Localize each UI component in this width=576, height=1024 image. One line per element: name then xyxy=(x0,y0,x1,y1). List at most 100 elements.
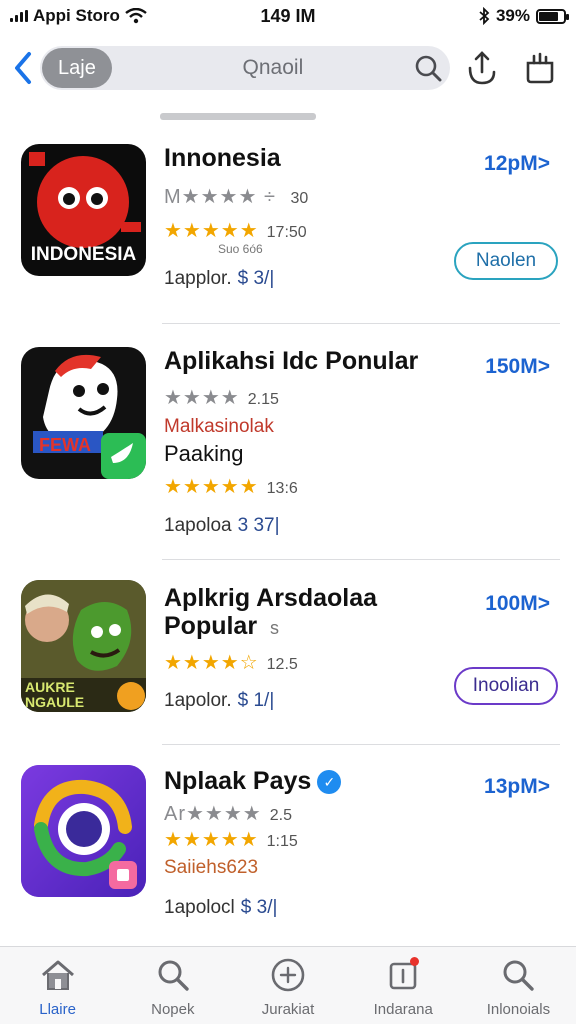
app-logo-icon xyxy=(21,765,146,897)
status-time: 149 IM xyxy=(260,5,316,26)
compass-icon xyxy=(270,957,306,993)
price-line: 1apolor. $ 1/| xyxy=(164,690,274,712)
status-right: 39% xyxy=(366,6,569,26)
app-icon-label: AUKRE NGAULE xyxy=(25,679,85,710)
app-size: 13pM> xyxy=(484,775,550,798)
rating-prefix: Ar xyxy=(164,803,186,825)
chevron-left-icon xyxy=(15,52,31,84)
app-size: 12pM> xyxy=(484,152,550,175)
price-line: 1apolocl $ 3/| xyxy=(164,897,277,919)
status-left: Appi Storo xyxy=(10,6,210,26)
tab-search[interactable]: Nopek xyxy=(115,947,230,1024)
app-icon[interactable]: AUKRE NGAULE xyxy=(21,580,146,712)
app-icon[interactable]: INDONESIA xyxy=(21,144,146,276)
gold-rating: ★★★★☆ 12.5 xyxy=(164,652,298,674)
signal-icon xyxy=(10,10,28,22)
list-item[interactable]: AUKRE NGAULE Aplkrig Arsdaolaa Popular s… xyxy=(0,560,576,745)
bag-button[interactable] xyxy=(514,46,566,90)
price-value: $ 3/| xyxy=(240,897,278,918)
app-name[interactable]: Aplkrig Arsdaolaa xyxy=(164,584,377,613)
gold-rating: ★★★★★ 17:50 xyxy=(164,220,307,242)
battery-icon xyxy=(536,8,569,24)
app-name-line2[interactable]: Popular s xyxy=(164,612,279,641)
gold-rating: ★★★★★ 13:6 xyxy=(164,476,298,498)
tab-bar: Llaire Nopek Jurakiat Indarana Inlonoial… xyxy=(0,946,576,1024)
app-name-line2-text: Popular xyxy=(164,612,258,640)
bag-icon xyxy=(526,52,554,84)
list-item[interactable]: FEWA Aplikahsi Idc Ponular 150M> ★★★★ 2.1… xyxy=(0,325,576,560)
list-item[interactable]: INDONESIA Innonesia 12pM> M★★★★ ÷ 30 ★★★… xyxy=(0,120,576,325)
bluetooth-icon xyxy=(479,7,490,25)
tab-updates[interactable]: Indarana xyxy=(346,947,461,1024)
list-item[interactable]: Nplaak Pays ✓ 13pM> Ar★★★★ 2.5 ★★★★★ 1:15 S… xyxy=(0,745,576,945)
search-field[interactable]: Laje Qnaoil xyxy=(40,46,450,90)
tab-label: Inlonoials xyxy=(486,1001,551,1018)
tab-explore[interactable]: Jurakiat xyxy=(230,947,345,1024)
app-name[interactable]: Aplikahsi Idc Ponular xyxy=(164,347,418,376)
battery-fill xyxy=(539,11,559,21)
updates-icon xyxy=(385,957,421,993)
app-name-text: Innonesia xyxy=(164,144,281,172)
home-icon xyxy=(40,957,76,993)
price-line: 1apoloa 3 37| xyxy=(164,515,280,537)
price-label: 1apoloa xyxy=(164,515,232,536)
tab-home[interactable]: Llaire xyxy=(0,947,115,1024)
wifi-icon xyxy=(125,8,147,24)
search-button[interactable] xyxy=(406,46,450,90)
mascot-icon xyxy=(33,354,146,479)
nav-bar: Laje Qnaoil xyxy=(0,36,576,100)
grey-rating: Ar★★★★ 2.5 xyxy=(164,803,292,825)
app-icon[interactable] xyxy=(21,765,146,897)
search-icon xyxy=(500,957,536,993)
rating-value: 2.15 xyxy=(247,391,279,408)
tab-label: Jurakiat xyxy=(261,1001,315,1018)
tab-label: Llaire xyxy=(39,1001,76,1018)
rating-value: 2.5 xyxy=(269,807,292,824)
carrier-label: Appi Storo xyxy=(33,6,120,25)
rating-count: 13:6 xyxy=(266,480,298,497)
search-icon xyxy=(155,957,191,993)
app-icon[interactable]: FEWA xyxy=(21,347,146,479)
get-button[interactable]: Naolen xyxy=(454,242,558,280)
battery-percent: 39% xyxy=(495,6,530,25)
search-icon xyxy=(415,55,442,82)
rating-count: 12.5 xyxy=(266,656,298,673)
scroll-indicator xyxy=(160,113,316,120)
app-name-text: Nplaak Pays xyxy=(164,767,312,795)
get-button[interactable]: Inoolian xyxy=(454,667,558,705)
app-subtitle: Saiiehs623 xyxy=(164,857,259,878)
gold-rating: ★★★★★ 1:15 xyxy=(164,829,298,851)
grey-rating: M★★★★ ÷ 30 xyxy=(164,186,309,208)
divider xyxy=(162,323,560,324)
app-icon-label: INDONESIA xyxy=(30,244,137,265)
price-value: 3 37| xyxy=(237,515,280,536)
app-name-suffix: s xyxy=(270,618,280,638)
rating-count: 1:15 xyxy=(266,833,298,850)
tab-label: Nopek xyxy=(151,1001,195,1018)
app-name[interactable]: Nplaak Pays ✓ xyxy=(164,767,342,796)
tab-label: Indarana xyxy=(373,1001,433,1018)
status-bar: Appi Storo 149 IM 39% xyxy=(0,0,576,32)
price-value: $ 1/| xyxy=(237,690,275,711)
verified-badge-icon: ✓ xyxy=(317,770,342,795)
grey-rating: ★★★★ 2.15 xyxy=(164,387,279,409)
rating-prefix: M xyxy=(164,186,182,208)
app-name[interactable]: Innonesia xyxy=(164,144,281,173)
rating-count: 17:50 xyxy=(266,224,307,241)
price-label: 1applor. xyxy=(164,268,232,289)
app-icon-label: FEWA xyxy=(39,435,91,455)
tab-search-2[interactable]: Inlonoials xyxy=(461,947,576,1024)
back-button[interactable] xyxy=(10,48,36,88)
search-input[interactable]: Qnaoil xyxy=(112,56,406,80)
rating-value: 30 xyxy=(290,190,309,207)
app-subtitle: Suo 6ó6 xyxy=(218,242,263,256)
language-chip[interactable]: Laje xyxy=(42,48,112,88)
price-label: 1apolor. xyxy=(164,690,232,711)
share-icon xyxy=(468,51,496,85)
app-size: 150M> xyxy=(485,355,550,378)
price-value: $ 3/| xyxy=(237,268,275,289)
price-line: 1applor. $ 3/| xyxy=(164,268,274,290)
share-button[interactable] xyxy=(456,46,508,90)
app-size: 100M> xyxy=(485,592,550,615)
price-label: 1apolocl xyxy=(164,897,235,918)
